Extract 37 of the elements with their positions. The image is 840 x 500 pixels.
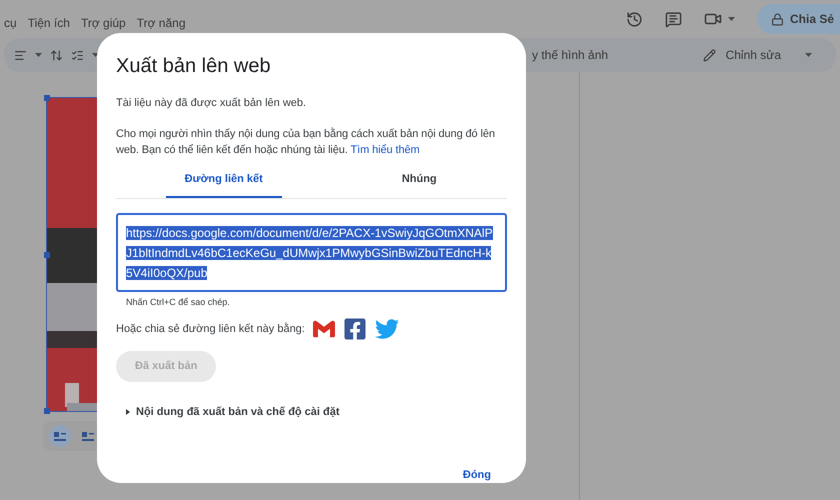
resize-handle[interactable] [44, 95, 50, 101]
menu-item[interactable]: Tiện ích [28, 14, 70, 32]
comment-icon[interactable] [664, 10, 682, 28]
link-field[interactable]: https://docs.google.com/document/d/e/2PACX-1vSwiyJqGOtmXNAlPJ1bltIndmdLv46bC1ecKeGu_dUMwjx1PMwybGSinBwiZbuTEdncH-k5V4iI0oQX/pub [116, 212, 507, 292]
status-text: Tài liệu này đã được xuất bản lên web. [116, 96, 308, 111]
gmail-icon[interactable] [312, 318, 335, 340]
tab[interactable]: Nhúng [362, 164, 477, 198]
menu-item[interactable]: Trợ giúp [80, 14, 126, 32]
dialog-title: Xuất bản lên web [116, 54, 272, 79]
close-button[interactable]: Đóng [458, 464, 495, 485]
description-text: Cho mọi người nhìn thấy nội dung của bạn bằng cách xuất bản nội dung đó lên web. Bạn có thể liên kết đến hoặc nhúng tài liệu. Tìm hiểu thêm [116, 126, 496, 158]
tab[interactable]: Đường liên kết [166, 164, 282, 198]
resize-handle[interactable] [44, 252, 50, 258]
resize-handle[interactable] [44, 408, 50, 414]
learn-more-link[interactable]: Tìm hiểu thêm [350, 144, 420, 156]
menu-item[interactable]: cụ [4, 14, 17, 32]
expand-arrow-icon [126, 409, 130, 416]
share-button[interactable]: Chia Sẻ [756, 4, 840, 34]
line-spacing-icon[interactable] [50, 48, 63, 62]
twitter-icon[interactable] [374, 317, 399, 341]
align-icon[interactable] [14, 48, 27, 62]
lock-icon [770, 12, 784, 26]
wrap-icon [82, 432, 94, 440]
mode-selector[interactable]: Chỉnh sửa [726, 46, 781, 64]
menu-item[interactable]: Trợ năng [136, 14, 186, 32]
caret-icon [728, 17, 735, 21]
wrap-icon [54, 432, 66, 440]
share-label: Hoặc chia sẻ đường liên kết này bằng: [116, 322, 305, 337]
checklist-icon[interactable] [71, 48, 84, 62]
facebook-icon[interactable] [342, 317, 367, 341]
caret-icon [805, 53, 812, 57]
hint-text: Nhấn Ctrl+C để sao chép. [126, 296, 231, 309]
history-icon[interactable] [626, 10, 643, 28]
caret-icon [35, 53, 42, 57]
settings-expander[interactable]: Nội dung đã xuất bản và chế độ cài đặt [126, 404, 340, 420]
pencil-icon [702, 48, 716, 62]
toolbar-button[interactable]: y thế hình ảnh [532, 46, 608, 64]
